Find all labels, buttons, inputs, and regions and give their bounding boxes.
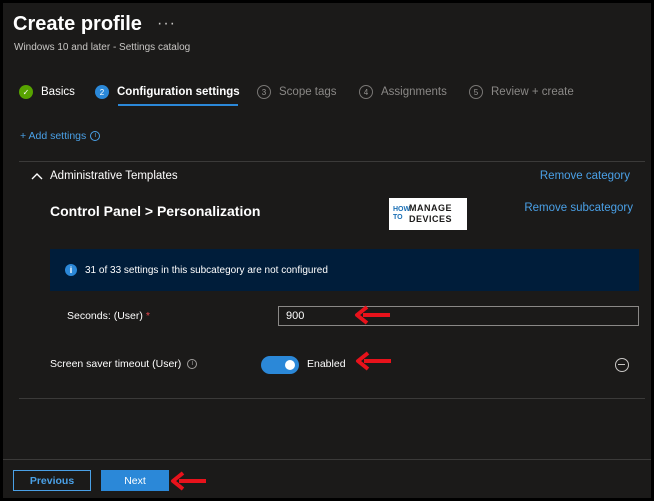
page-subtitle: Windows 10 and later - Settings catalog (14, 42, 191, 53)
step-label: Basics (41, 86, 75, 98)
step-label: Configuration settings (117, 86, 240, 98)
previous-button[interactable]: Previous (13, 470, 91, 491)
seconds-input[interactable] (278, 306, 639, 326)
logo-how-to: HOW TO (393, 206, 411, 221)
info-message-bar: i 31 of 33 settings in this subcategory … (50, 249, 639, 291)
logo-manage: MANAGE (409, 203, 452, 213)
step-configuration-settings[interactable]: 2 Configuration settings (95, 85, 240, 99)
category-title: Administrative Templates (50, 170, 178, 182)
step-review-create[interactable]: 5 Review + create (469, 85, 574, 99)
step-number: 3 (257, 85, 271, 99)
info-icon: i (65, 264, 77, 276)
how-to-manage-devices-logo: HOW TO MANAGE DEVICES (389, 198, 467, 230)
remove-category-link[interactable]: Remove category (540, 170, 630, 182)
chevron-up-icon[interactable] (30, 169, 44, 183)
seconds-label-text: Seconds: (User) (67, 310, 143, 322)
step-assignments[interactable]: 4 Assignments (359, 85, 447, 99)
footer-divider (3, 459, 651, 460)
toggle-knob (285, 360, 295, 370)
next-button[interactable]: Next (101, 470, 169, 491)
add-settings-link[interactable]: + Add settings i (20, 130, 101, 142)
info-message-text: 31 of 33 settings in this subcategory ar… (85, 264, 328, 276)
step-label: Review + create (491, 86, 574, 98)
step-label: Scope tags (279, 86, 337, 98)
screen-saver-label-text: Screen saver timeout (User) (50, 358, 182, 370)
step-number: 4 (359, 85, 373, 99)
more-options-icon[interactable]: ··· (157, 15, 176, 33)
toggle-state-text: Enabled (307, 358, 346, 370)
screen-saver-toggle[interactable] (261, 356, 299, 374)
seconds-field-label: Seconds: (User) * (67, 310, 150, 322)
page-title: Create profile (13, 13, 142, 35)
required-marker: * (145, 310, 150, 322)
step-label: Assignments (381, 86, 447, 98)
active-step-underline (118, 104, 238, 106)
divider (19, 398, 645, 399)
step-basics[interactable]: ✓ Basics (19, 85, 75, 99)
annotation-arrow-icon (356, 351, 391, 371)
create-profile-window: Create profile ··· Windows 10 and later … (0, 0, 654, 501)
annotation-arrow-icon (355, 305, 390, 325)
info-icon[interactable]: i (187, 359, 198, 369)
check-icon: ✓ (19, 85, 33, 99)
step-scope-tags[interactable]: 3 Scope tags (257, 85, 337, 99)
logo-devices: DEVICES (409, 214, 453, 224)
step-number: 5 (469, 85, 483, 99)
remove-setting-icon[interactable] (615, 358, 629, 372)
info-icon[interactable]: i (90, 131, 101, 141)
screen-saver-timeout-label: Screen saver timeout (User) i (50, 358, 198, 370)
annotation-arrow-icon (171, 471, 206, 491)
subcategory-title: Control Panel > Personalization (50, 203, 261, 219)
step-number: 2 (95, 85, 109, 99)
remove-subcategory-link[interactable]: Remove subcategory (524, 202, 633, 214)
add-settings-label: + Add settings (20, 130, 87, 142)
divider (19, 161, 645, 162)
